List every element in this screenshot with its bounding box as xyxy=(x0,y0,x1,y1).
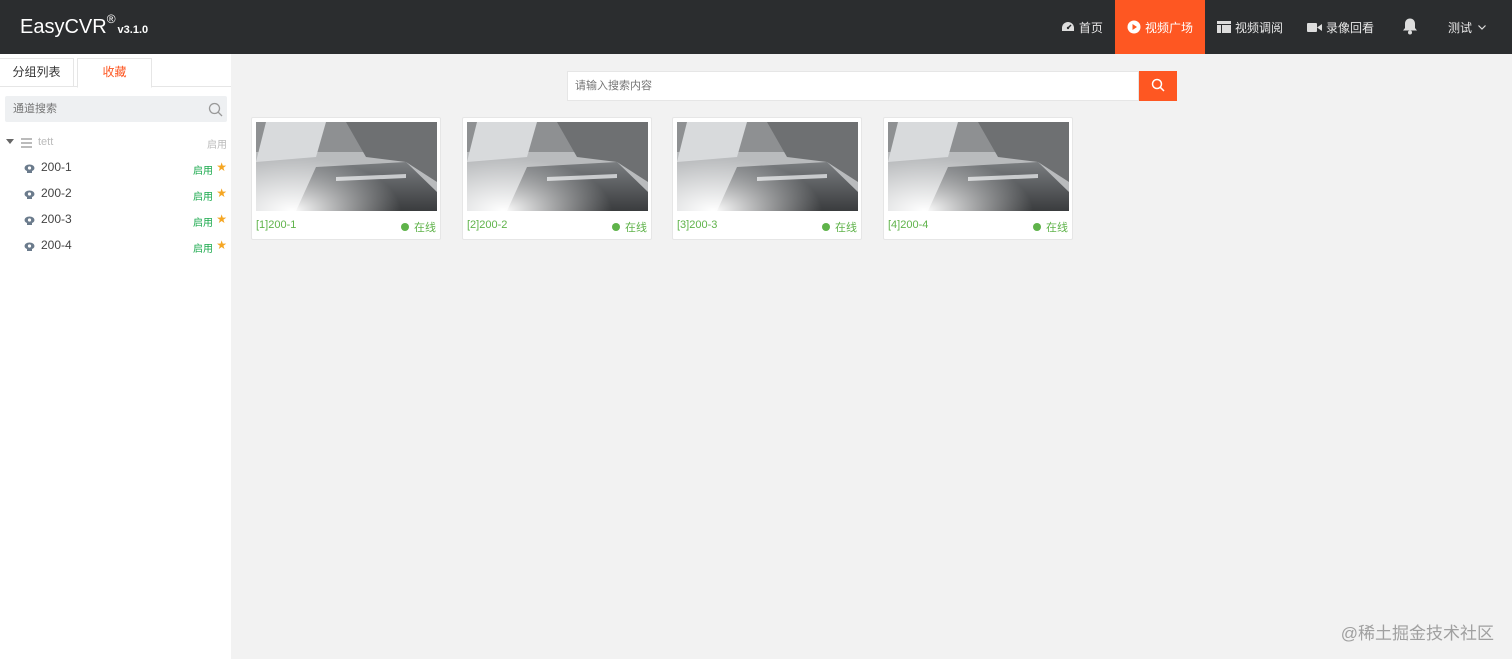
tab-favorites[interactable]: 收藏 xyxy=(77,58,152,88)
user-menu[interactable]: 测试 xyxy=(1434,0,1512,54)
camera-icon xyxy=(24,162,35,176)
sidebar-tabs: 分组列表 收藏 xyxy=(0,58,231,88)
star-icon[interactable]: ★ xyxy=(216,186,227,200)
card-name: [3]200-3 xyxy=(677,219,718,231)
tree-channel-item[interactable]: 200-1 启用 ★ xyxy=(0,154,231,180)
card-name: [1]200-1 xyxy=(256,219,297,231)
card-status-label: 在线 xyxy=(835,222,857,234)
nav-home[interactable]: 首页 xyxy=(1049,0,1115,54)
star-icon[interactable]: ★ xyxy=(216,238,227,252)
search-icon xyxy=(1151,78,1165,95)
main-search xyxy=(567,71,1177,101)
online-dot-icon xyxy=(822,223,830,231)
layout-icon xyxy=(1216,21,1231,33)
card-status-label: 在线 xyxy=(414,222,436,234)
status-badge: 在线 xyxy=(612,219,647,235)
video-card[interactable]: [4]200-4 在线 xyxy=(883,117,1073,240)
tree-group-label: tett xyxy=(38,136,54,148)
nav-playback-label: 录像回看 xyxy=(1325,20,1374,35)
sidebar: 分组列表 收藏 tett 启用 200-1 启用 ★ xyxy=(0,54,231,659)
nav-video-square[interactable]: 视频广场 xyxy=(1114,0,1205,54)
top-nav: 首页 视频广场 视频调阅 录像回看 测试 xyxy=(1049,0,1512,54)
brand-name: EasyCVR xyxy=(20,16,107,38)
video-camera-icon xyxy=(1306,22,1322,33)
card-name: [4]200-4 xyxy=(888,219,929,231)
channel-search-input[interactable] xyxy=(5,96,195,122)
channel-status: 启用 xyxy=(193,192,213,203)
camera-icon xyxy=(24,188,35,202)
nav-video-square-label: 视频广场 xyxy=(1144,20,1193,35)
card-status-label: 在线 xyxy=(1046,222,1068,234)
main-search-input[interactable] xyxy=(567,71,1139,101)
channel-tree: tett 启用 200-1 启用 ★ 200-2 启用 ★ 200-3 启用 ★ xyxy=(0,132,231,258)
channel-status: 启用 xyxy=(193,166,213,177)
nav-video-view-label: 视频调阅 xyxy=(1234,20,1283,35)
channel-status: 启用 xyxy=(193,218,213,229)
notification-button[interactable] xyxy=(1386,0,1434,54)
camera-icon xyxy=(24,214,35,228)
play-circle-icon xyxy=(1127,20,1141,34)
folder-icon xyxy=(21,137,32,151)
dashboard-icon xyxy=(1061,21,1075,33)
video-card[interactable]: [2]200-2 在线 xyxy=(462,117,652,240)
online-dot-icon xyxy=(1033,223,1041,231)
video-thumbnail[interactable] xyxy=(467,122,648,211)
video-card[interactable]: [1]200-1 在线 xyxy=(251,117,441,240)
watermark: @稀土掘金技术社区 xyxy=(1340,624,1494,643)
tree-channel-item[interactable]: 200-3 启用 ★ xyxy=(0,206,231,232)
star-icon[interactable]: ★ xyxy=(216,212,227,226)
channel-search xyxy=(5,96,227,122)
nav-video-view[interactable]: 视频调阅 xyxy=(1205,0,1295,54)
tree-group-node[interactable]: tett 启用 xyxy=(0,132,231,154)
search-icon[interactable] xyxy=(208,102,223,120)
online-dot-icon xyxy=(612,223,620,231)
tree-group-status: 启用 xyxy=(207,140,227,151)
caret-down-icon[interactable] xyxy=(6,139,14,144)
star-icon[interactable]: ★ xyxy=(216,160,227,174)
chevron-down-icon xyxy=(1478,22,1486,33)
card-name: [2]200-2 xyxy=(467,219,508,231)
status-badge: 在线 xyxy=(1033,219,1068,235)
nav-playback[interactable]: 录像回看 xyxy=(1295,0,1386,54)
video-thumbnail[interactable] xyxy=(888,122,1069,211)
tree-channel-item[interactable]: 200-4 启用 ★ xyxy=(0,232,231,258)
channel-status: 启用 xyxy=(193,244,213,255)
status-badge: 在线 xyxy=(401,219,436,235)
card-status-label: 在线 xyxy=(625,222,647,234)
channel-label: 200-3 xyxy=(41,212,72,226)
video-thumbnail[interactable] xyxy=(256,122,437,211)
online-dot-icon xyxy=(401,223,409,231)
nav-home-label: 首页 xyxy=(1078,20,1103,35)
channel-label: 200-4 xyxy=(41,238,72,252)
video-card[interactable]: [3]200-3 在线 xyxy=(672,117,862,240)
status-badge: 在线 xyxy=(822,219,857,235)
brand-logo[interactable]: EasyCVR ® v3.1.0 xyxy=(20,12,149,40)
tab-group-list[interactable]: 分组列表 xyxy=(0,58,74,87)
bell-icon xyxy=(1402,17,1418,38)
video-thumbnail[interactable] xyxy=(677,122,858,211)
tree-channel-item[interactable]: 200-2 启用 ★ xyxy=(0,180,231,206)
user-name: 测试 xyxy=(1447,20,1472,35)
brand-version: v3.1.0 xyxy=(117,24,149,36)
brand-registered-mark: ® xyxy=(106,12,116,26)
camera-icon xyxy=(24,240,35,254)
channel-label: 200-2 xyxy=(41,186,72,200)
top-header: EasyCVR ® v3.1.0 首页 视频广场 视频调阅 录像回看 测试 xyxy=(0,0,1512,54)
main-search-button[interactable] xyxy=(1139,71,1177,101)
channel-label: 200-1 xyxy=(41,160,72,174)
